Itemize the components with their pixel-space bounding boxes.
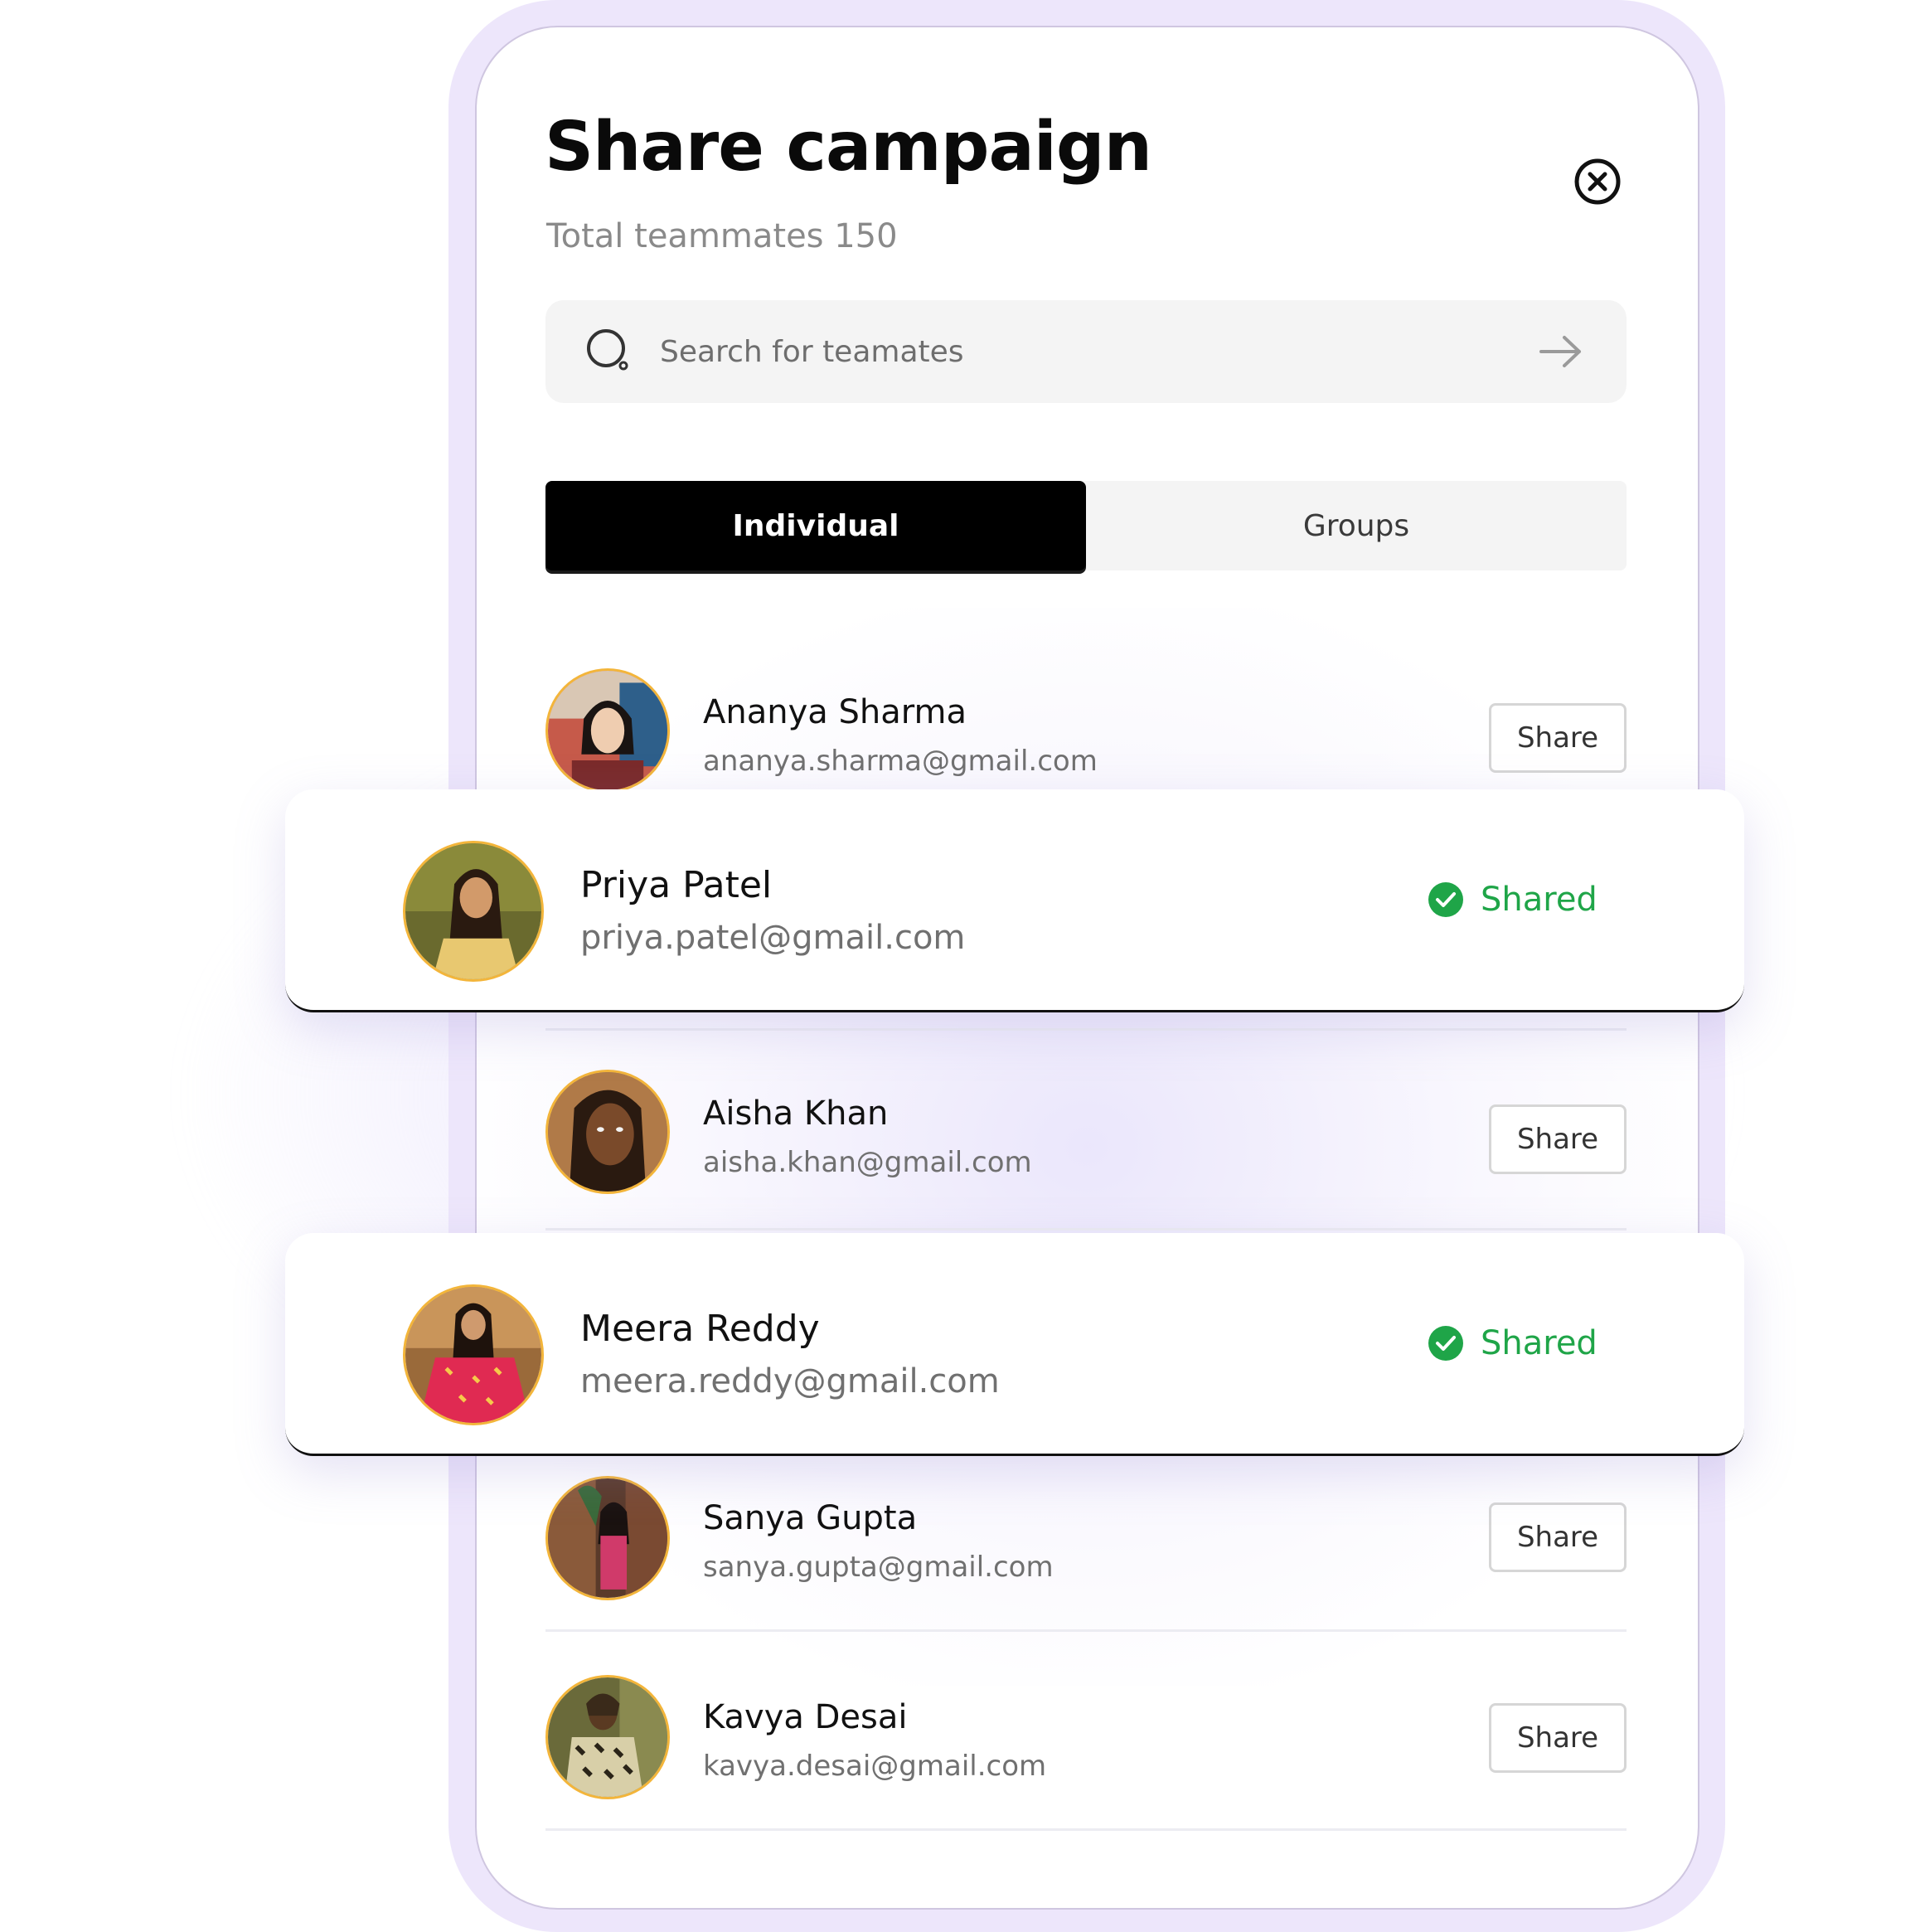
list-item-shared: Priya Patel priya.patel@gmail.com Shared xyxy=(285,789,1744,1012)
teammate-email: ananya.sharma@gmail.com xyxy=(703,745,1098,778)
check-circle-icon xyxy=(1428,882,1463,917)
teammate-name: Meera Reddy xyxy=(580,1308,820,1350)
avatar xyxy=(545,1675,670,1799)
avatar xyxy=(403,1284,544,1425)
teammate-name: Ananya Sharma xyxy=(703,693,967,731)
search-input[interactable] xyxy=(660,325,1472,378)
teammate-name: Sanya Gupta xyxy=(703,1499,918,1537)
teammate-email: priya.patel@gmail.com xyxy=(580,919,966,957)
screen: Share campaign Total teammates 150 Indiv… xyxy=(0,0,1915,1932)
share-button[interactable]: Share xyxy=(1489,1703,1627,1773)
teammate-name: Kavya Desai xyxy=(703,1698,908,1736)
search-icon xyxy=(587,329,628,371)
divider xyxy=(545,1828,1627,1831)
arrow-right-icon[interactable] xyxy=(1538,333,1584,370)
share-button[interactable]: Share xyxy=(1489,1104,1627,1174)
avatar xyxy=(545,1476,670,1600)
teammate-email: meera.reddy@gmail.com xyxy=(580,1362,1000,1400)
avatar xyxy=(545,668,670,793)
view-tabs: Individual Groups xyxy=(545,481,1627,570)
shared-label: Shared xyxy=(1481,881,1597,919)
list-item: Sanya Gupta sanya.gupta@gmail.com Share xyxy=(545,1466,1627,1632)
teammate-email: sanya.gupta@gmail.com xyxy=(703,1551,1054,1584)
divider xyxy=(545,1028,1627,1031)
teammate-email: aisha.khan@gmail.com xyxy=(703,1146,1032,1179)
list-item-shared: Meera Reddy meera.reddy@gmail.com Shared xyxy=(285,1233,1744,1456)
avatar xyxy=(403,841,544,982)
shared-status: Shared xyxy=(1428,881,1597,919)
teammate-name: Priya Patel xyxy=(580,864,773,906)
close-circle-icon xyxy=(1574,158,1621,205)
divider xyxy=(545,1228,1627,1231)
list-item: Aisha Khan aisha.khan@gmail.com Share xyxy=(545,1028,1627,1231)
dialog-title: Share campaign xyxy=(545,108,1152,187)
teammates-count: Total teammates 150 xyxy=(546,217,898,255)
close-button[interactable] xyxy=(1573,158,1622,206)
shared-status: Shared xyxy=(1428,1324,1597,1362)
teammate-email: kavya.desai@gmail.com xyxy=(703,1750,1047,1783)
tab-individual[interactable]: Individual xyxy=(545,481,1086,570)
tab-groups[interactable]: Groups xyxy=(1086,481,1627,570)
share-button[interactable]: Share xyxy=(1489,703,1627,773)
avatar xyxy=(545,1070,670,1194)
shared-label: Shared xyxy=(1481,1324,1597,1362)
list-item: Kavya Desai kavya.desai@gmail.com Share xyxy=(545,1632,1627,1831)
check-circle-icon xyxy=(1428,1326,1463,1361)
share-button[interactable]: Share xyxy=(1489,1502,1627,1572)
teammate-name: Aisha Khan xyxy=(703,1095,889,1133)
search-bar xyxy=(545,300,1627,403)
